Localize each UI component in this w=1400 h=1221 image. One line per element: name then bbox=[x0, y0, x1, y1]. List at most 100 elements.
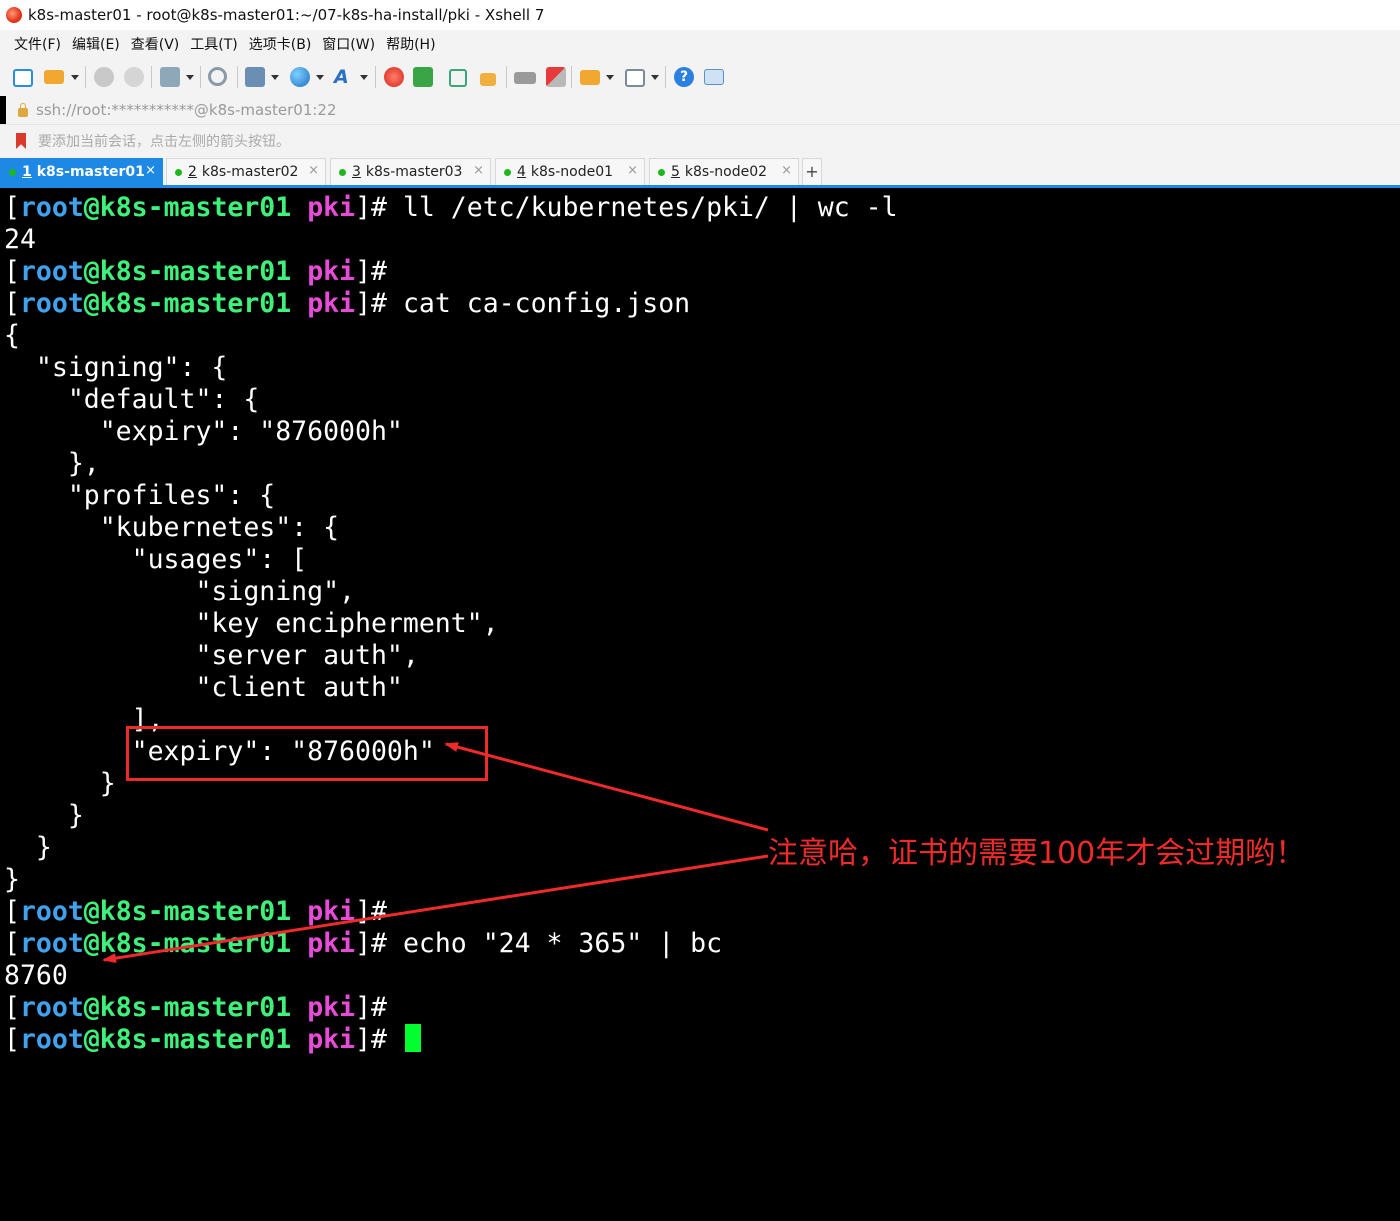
toolbar-separator bbox=[237, 66, 238, 88]
reconnect-icon[interactable] bbox=[94, 67, 114, 87]
transfer-icon[interactable] bbox=[245, 67, 265, 87]
keyboard-icon[interactable] bbox=[514, 72, 536, 84]
tab-close-icon[interactable]: × bbox=[781, 163, 792, 178]
tab-k8s-master02[interactable]: 2 k8s-master02 × bbox=[166, 158, 326, 185]
tab-label: k8s-master02 bbox=[201, 164, 299, 180]
help-icon[interactable]: ? bbox=[674, 67, 694, 87]
connected-status-icon bbox=[504, 168, 511, 176]
terminal-area[interactable]: [root@k8s-master01 pki]# ll /etc/kuberne… bbox=[0, 188, 1400, 1221]
terminal-output-line: "kubernetes": { bbox=[4, 512, 340, 543]
script-icon[interactable] bbox=[546, 67, 566, 87]
properties-dropdown-icon[interactable] bbox=[186, 75, 194, 80]
layout-dropdown-icon[interactable] bbox=[651, 75, 659, 80]
prompt-dir: pki bbox=[307, 1024, 356, 1055]
menu-bar: 文件(F) 编辑(E) 查看(V) 工具(T) 选项卡(B) 窗口(W) 帮助(… bbox=[0, 30, 1400, 58]
prompt-dir: pki bbox=[307, 896, 356, 927]
prompt-host: k8s-master01 bbox=[99, 992, 292, 1023]
highlight-box bbox=[126, 726, 488, 781]
prompt-open-bracket: [ bbox=[4, 192, 20, 223]
compose-dropdown-icon[interactable] bbox=[606, 75, 614, 80]
prompt-open-bracket: [ bbox=[4, 1024, 20, 1055]
prompt-dir: pki bbox=[307, 928, 356, 959]
connected-status-icon bbox=[658, 168, 665, 176]
transfer-dropdown-icon[interactable] bbox=[271, 75, 279, 80]
properties-icon[interactable] bbox=[160, 67, 180, 87]
tab-number: 4 bbox=[517, 164, 526, 180]
terminal-output-line: } bbox=[4, 768, 116, 799]
menu-view[interactable]: 查看(V) bbox=[131, 34, 180, 54]
prompt-open-bracket: [ bbox=[4, 288, 20, 319]
open-dropdown-icon[interactable] bbox=[71, 75, 79, 80]
tab-k8s-master01[interactable]: 1 k8s-master01 × bbox=[0, 158, 163, 185]
terminal-prompt-line: [root@k8s-master01 pki]# bbox=[4, 992, 387, 1024]
prompt-open-bracket: [ bbox=[4, 896, 20, 927]
tab-close-icon[interactable]: × bbox=[627, 163, 638, 178]
prompt-at: @ bbox=[83, 928, 100, 959]
terminal-output-line: "profiles": { bbox=[4, 480, 276, 511]
lock-icon[interactable] bbox=[480, 73, 496, 86]
menu-tools[interactable]: 工具(T) bbox=[190, 34, 237, 54]
prompt-close: ]# bbox=[355, 256, 387, 287]
prompt-user: root bbox=[19, 896, 84, 927]
menu-file[interactable]: 文件(F) bbox=[14, 34, 61, 54]
menu-tab[interactable]: 选项卡(B) bbox=[249, 34, 312, 54]
globe-dropdown-icon[interactable] bbox=[316, 75, 324, 80]
address-bar[interactable]: ssh://root:***********@k8s-master01:22 bbox=[6, 96, 1400, 124]
disconnect-icon[interactable] bbox=[124, 67, 144, 87]
terminal-prompt-line: [root@k8s-master01 pki]# bbox=[4, 896, 387, 928]
terminal-output-line: } bbox=[4, 864, 20, 895]
tab-close-icon[interactable]: × bbox=[473, 163, 484, 178]
menu-help[interactable]: 帮助(H) bbox=[386, 34, 435, 54]
find-icon[interactable] bbox=[208, 67, 227, 86]
tab-k8s-node01[interactable]: 4 k8s-node01 × bbox=[495, 158, 645, 185]
terminal-prompt-line: [root@k8s-master01 pki]# bbox=[4, 1024, 421, 1056]
session-hint-bar: 要添加当前会话，点击左侧的箭头按钮。 bbox=[0, 124, 1400, 157]
tab-k8s-node02[interactable]: 5 k8s-node02 × bbox=[649, 158, 799, 185]
tab-close-icon[interactable]: × bbox=[145, 163, 156, 178]
bookmark-icon[interactable] bbox=[16, 133, 26, 149]
prompt-user: root bbox=[19, 928, 84, 959]
layout-icon[interactable] bbox=[625, 69, 645, 87]
globe-icon[interactable] bbox=[290, 67, 310, 87]
terminal-output-line: "default": { bbox=[4, 384, 260, 415]
prompt-open-bracket: [ bbox=[4, 256, 20, 287]
terminal-output-line: } bbox=[4, 800, 84, 831]
toolbar-separator bbox=[665, 66, 666, 88]
new-session-icon[interactable] bbox=[13, 69, 33, 87]
prompt-host: k8s-master01 bbox=[99, 1024, 292, 1055]
command-text: echo "24 * 365" | bc bbox=[386, 928, 723, 959]
prompt-dir: pki bbox=[307, 192, 356, 223]
tab-k8s-master03[interactable]: 3 k8s-master03 × bbox=[330, 158, 491, 185]
terminal-output-line: { bbox=[4, 320, 20, 351]
terminal-prompt-line: [root@k8s-master01 pki]# ll /etc/kuberne… bbox=[4, 192, 898, 224]
toolbar-separator bbox=[151, 66, 152, 88]
tab-label: k8s-master03 bbox=[365, 164, 463, 180]
prompt-host: k8s-master01 bbox=[99, 928, 292, 959]
command-text bbox=[387, 1024, 403, 1055]
window-title: k8s-master01 - root@k8s-master01:~/07-k8… bbox=[28, 6, 545, 24]
terminal-cursor bbox=[404, 1024, 421, 1052]
tab-close-icon[interactable]: × bbox=[308, 163, 319, 178]
fullscreen-icon[interactable] bbox=[449, 69, 467, 87]
prompt-host: k8s-master01 bbox=[99, 256, 292, 287]
chat-icon[interactable] bbox=[704, 69, 724, 85]
prompt-at: @ bbox=[83, 192, 100, 223]
compose-icon[interactable] bbox=[580, 70, 600, 85]
menu-edit[interactable]: 编辑(E) bbox=[72, 34, 120, 54]
new-tab-button[interactable]: + bbox=[802, 158, 822, 185]
open-folder-icon[interactable] bbox=[44, 70, 64, 84]
xshell-app-icon bbox=[6, 7, 22, 23]
address-text[interactable]: ssh://root:***********@k8s-master01:22 bbox=[36, 101, 337, 119]
command-text: cat ca-config.json bbox=[386, 288, 691, 319]
address-lock-icon bbox=[18, 102, 28, 117]
xshell-icon[interactable] bbox=[384, 67, 404, 87]
terminal-output-line: } bbox=[4, 832, 52, 863]
tab-bar: 1 k8s-master01 × 2 k8s-master02 × 3 k8s-… bbox=[0, 156, 1400, 188]
title-bar: k8s-master01 - root@k8s-master01:~/07-k8… bbox=[0, 0, 1400, 30]
font-dropdown-icon[interactable] bbox=[360, 75, 368, 80]
prompt-user: root bbox=[19, 992, 84, 1023]
connected-status-icon bbox=[175, 168, 182, 176]
xftp-icon[interactable] bbox=[413, 67, 433, 87]
menu-window[interactable]: 窗口(W) bbox=[322, 34, 375, 54]
font-icon[interactable]: A bbox=[334, 67, 354, 87]
